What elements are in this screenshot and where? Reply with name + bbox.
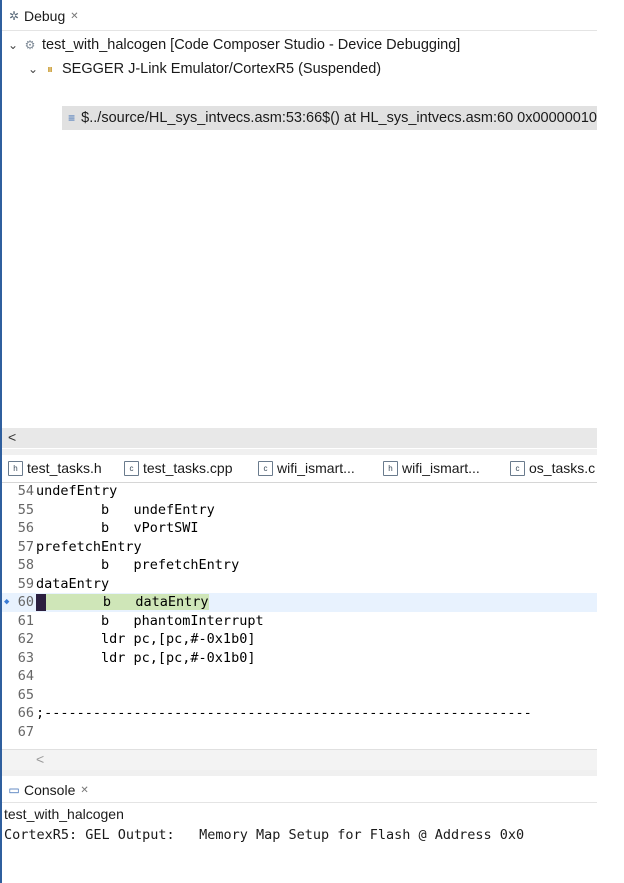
code-line: 63 ldr pc,[pc,#-0x1b0] xyxy=(2,649,597,668)
editor-horizontal-scrollbar[interactable]: < xyxy=(2,749,597,770)
debug-tab[interactable]: ✲ Debug ✕ xyxy=(2,2,79,30)
close-icon[interactable]: ✕ xyxy=(80,785,88,796)
code-text: prefetchEntry xyxy=(36,538,142,555)
code-text: ldr pc,[pc,#-0x1b0] xyxy=(36,631,256,648)
console-tab-bar: ▭ Console ✕ xyxy=(2,778,597,803)
code-text: b prefetchEntry xyxy=(36,557,240,574)
console-tab[interactable]: ▭ Console ✕ xyxy=(2,782,88,798)
code-text-highlight: dataEntry xyxy=(135,594,209,611)
code-text: ;---------------------------------------… xyxy=(36,705,532,722)
source-file-icon: c xyxy=(124,460,139,476)
line-number: 57 xyxy=(17,538,34,555)
thread-suspended-icon: ⏸ xyxy=(46,61,53,76)
line-number: 66 xyxy=(17,705,34,722)
code-line: 67 xyxy=(2,723,597,742)
editor-tab-os-tasks-c[interactable]: c os_tasks.c xyxy=(510,460,595,476)
view-separator xyxy=(2,449,597,455)
tree-item-label: $../source/HL_sys_intvecs.asm:53:66$() a… xyxy=(81,110,597,126)
code-text: b vPortSWI xyxy=(36,520,199,537)
source-file-icon: c xyxy=(258,460,273,476)
console-tab-label: Console xyxy=(24,782,76,798)
close-icon[interactable]: ✕ xyxy=(70,11,78,22)
line-number: 56 xyxy=(17,520,34,537)
debug-horizontal-scrollbar[interactable]: < xyxy=(2,428,597,448)
debug-view-tab-bar: ✲ Debug ✕ xyxy=(2,2,597,31)
tree-item-stack-frame[interactable]: ≡ $../source/HL_sys_intvecs.asm:53:66$()… xyxy=(62,106,597,130)
code-text-pre: b xyxy=(46,594,136,611)
text-cursor xyxy=(36,593,46,611)
code-text: b phantomInterrupt xyxy=(36,612,264,629)
editor-tab-wifi-ismart-c[interactable]: c wifi_ismart... xyxy=(258,460,355,476)
instruction-pointer-icon: ◆ xyxy=(4,597,10,608)
source-file-icon: c xyxy=(510,460,525,476)
code-line: 54 undefEntry xyxy=(2,482,597,501)
code-line: 56 b vPortSWI xyxy=(2,519,597,538)
code-line-current: ◆ 60 b dataEntry xyxy=(2,593,597,612)
code-text: b undefEntry xyxy=(36,501,215,518)
header-file-icon: h xyxy=(8,460,23,476)
line-number: 61 xyxy=(17,612,34,629)
code-text: undefEntry xyxy=(36,483,118,500)
editor-tab-test-tasks-cpp[interactable]: c test_tasks.cpp xyxy=(124,460,233,476)
view-separator xyxy=(2,770,597,776)
code-line: 55 b undefEntry xyxy=(2,501,597,520)
editor-tab-wifi-ismart-h[interactable]: h wifi_ismart... xyxy=(383,460,480,476)
line-number: 62 xyxy=(17,631,34,648)
launch-config-icon: ⚙ xyxy=(24,38,36,52)
line-number: 64 xyxy=(17,668,34,685)
line-number: 54 xyxy=(17,483,34,500)
header-file-icon: h xyxy=(383,460,398,476)
editor-tab-test-tasks-h[interactable]: h test_tasks.h xyxy=(8,460,102,476)
scroll-left-icon[interactable]: < xyxy=(8,429,16,445)
scroll-left-icon[interactable]: < xyxy=(36,751,44,767)
tree-item-launch[interactable]: ⌄ ⚙ test_with_halcogen [Code Composer St… xyxy=(6,33,460,57)
tree-item-label: SEGGER J-Link Emulator/CortexR5 (Suspend… xyxy=(62,61,382,77)
editor-tab-label: wifi_ismart... xyxy=(402,460,480,476)
code-text: ldr pc,[pc,#-0x1b0] xyxy=(36,649,256,666)
code-line: 62 ldr pc,[pc,#-0x1b0] xyxy=(2,630,597,649)
tree-item-label: test_with_halcogen [Code Composer Studio… xyxy=(42,37,461,53)
stack-frame-icon: ≡ xyxy=(68,111,76,125)
editor-tab-label: test_tasks.cpp xyxy=(143,460,233,476)
line-number: 58 xyxy=(17,557,34,574)
code-text: dataEntry xyxy=(36,575,110,592)
code-line: 64 xyxy=(2,667,597,686)
code-line: 58 b prefetchEntry xyxy=(2,556,597,575)
debug-bug-icon: ✲ xyxy=(8,9,20,23)
console-session-name: test_with_halcogen xyxy=(4,806,124,822)
console-output-line: CortexR5: GEL Output: Memory Map Setup f… xyxy=(4,827,525,843)
editor-tab-bar: h test_tasks.h c test_tasks.cpp c wifi_i… xyxy=(2,456,597,483)
debug-tab-label: Debug xyxy=(24,8,66,24)
code-line: 61 b phantomInterrupt xyxy=(2,612,597,631)
code-line: 59 dataEntry xyxy=(2,575,597,594)
line-number: 55 xyxy=(17,501,34,518)
code-line: 57 prefetchEntry xyxy=(2,538,597,557)
tree-item-thread[interactable]: ⌄ ⏸ SEGGER J-Link Emulator/CortexR5 (Sus… xyxy=(26,57,381,81)
code-line: 65 xyxy=(2,686,597,705)
editor-tab-label: wifi_ismart... xyxy=(277,460,355,476)
line-number: 59 xyxy=(17,575,34,592)
editor-tab-label: os_tasks.c xyxy=(529,460,596,476)
window-frame-right xyxy=(597,0,624,883)
code-line: 66 ;------------------------------------… xyxy=(2,704,597,723)
chevron-down-icon[interactable]: ⌄ xyxy=(26,62,40,76)
line-number: 63 xyxy=(17,649,34,666)
line-number: 65 xyxy=(17,686,34,703)
editor-tab-label: test_tasks.h xyxy=(27,460,102,476)
chevron-down-icon[interactable]: ⌄ xyxy=(6,38,20,52)
console-monitor-icon: ▭ xyxy=(8,783,20,797)
line-number: 67 xyxy=(17,723,34,740)
